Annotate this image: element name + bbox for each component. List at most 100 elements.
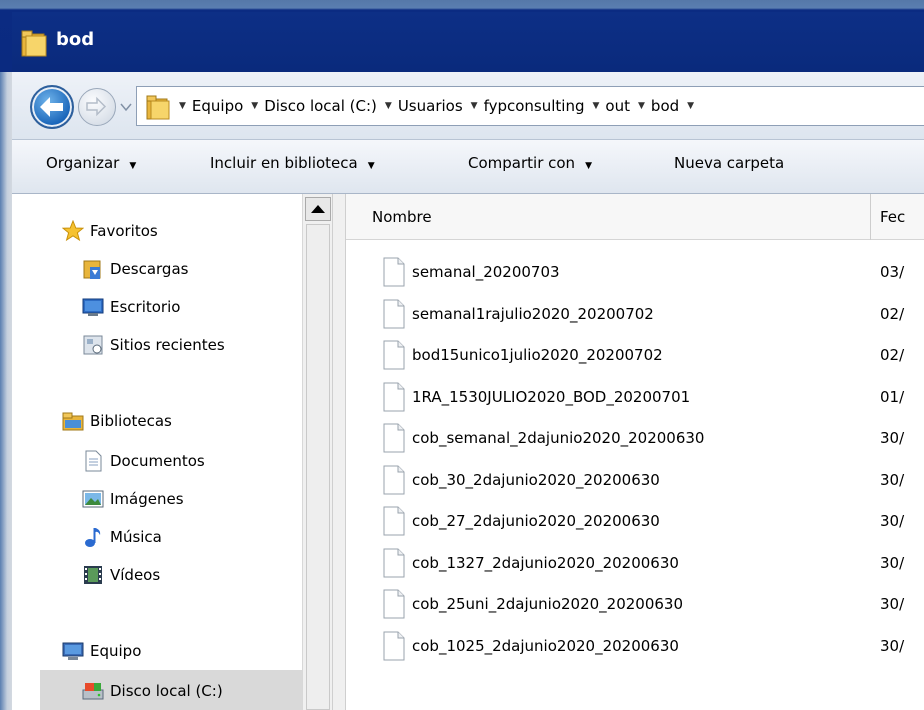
file-name: cob_1327_2dajunio2020_20200630 — [412, 553, 679, 572]
music-note-icon — [85, 528, 101, 547]
chevron-down-icon: ▼ — [251, 101, 259, 111]
file-name: semanal1rajulio2020_20200702 — [412, 304, 654, 323]
scroll-thumb[interactable] — [306, 224, 330, 710]
nav-computer[interactable]: Equipo — [62, 640, 141, 662]
chevron-down-icon: ▼ — [384, 101, 392, 111]
file-date: 02/ — [880, 304, 905, 323]
column-name[interactable]: Nombre — [372, 208, 432, 226]
desktop-icon — [82, 298, 104, 316]
file-name: bod15unico1julio2020_20200702 — [412, 346, 663, 364]
file-row[interactable]: semanal_20200703 03/ — [346, 254, 924, 290]
file-row[interactable]: cob_1327_2dajunio2020_20200630 30/ — [346, 545, 924, 581]
nav-recent-places[interactable]: Sitios recientes — [82, 334, 225, 356]
chevron-down-icon: ▼ — [367, 161, 375, 171]
file-date: 01/ — [880, 387, 905, 406]
downloads-folder-icon — [83, 260, 101, 279]
folder-icon — [21, 30, 47, 57]
file-row[interactable]: cob_semanal_2dajunio2020_20200630 30/ — [346, 420, 924, 456]
navigation-scrollbar[interactable] — [302, 194, 332, 710]
breadcrumb-disco-local[interactable]: ▼ Disco local (C:) — [251, 97, 377, 115]
breadcrumb-out[interactable]: ▼ out — [593, 97, 631, 115]
file-date: 30/ — [880, 470, 905, 489]
file-row[interactable]: 1RA_1530JULIO2020_BOD_20200701 01/ — [346, 379, 924, 415]
breadcrumb: ▼ Equipo ▼ Disco local (C:) ▼ Usuarios ▼ fyp… — [179, 97, 708, 115]
scroll-up-button[interactable] — [305, 197, 331, 221]
address-field[interactable]: ▼ Equipo ▼ Disco local (C:) ▼ Usuarios ▼ fyp… — [136, 86, 924, 126]
window-title: bod — [56, 29, 95, 50]
file-list: Nombre Fec semanal_20200703 03/semanal1ra… — [346, 194, 924, 710]
nav-local-disk[interactable]: Disco local (C:) — [82, 680, 223, 702]
breadcrumb-equipo[interactable]: ▼ Equipo — [179, 97, 243, 115]
text-file-icon — [383, 382, 405, 411]
nav-favorites[interactable]: Favoritos — [62, 220, 158, 242]
file-date: 30/ — [880, 553, 905, 572]
file-date: 30/ — [880, 636, 905, 655]
file-name: cob_27_2dajunio2020_20200630 — [412, 512, 660, 530]
file-date: 30/ — [880, 512, 905, 530]
column-divider[interactable] — [870, 194, 871, 240]
breadcrumb-usuarios[interactable]: ▼ Usuarios — [385, 97, 463, 115]
star-icon — [62, 220, 84, 242]
nav-music[interactable]: Música — [82, 526, 162, 548]
file-date: 30/ — [880, 429, 905, 447]
new-folder-button[interactable]: Nueva carpeta — [674, 154, 784, 172]
chevron-down-icon: ▼ — [592, 101, 600, 111]
include-library-button[interactable]: Incluir en biblioteca ▼ — [210, 154, 375, 172]
chevron-down-icon: ▼ — [585, 161, 592, 171]
nav-downloads[interactable]: Descargas — [82, 258, 188, 280]
chevron-down-icon: ▼ — [638, 101, 645, 111]
forward-button[interactable] — [78, 88, 116, 126]
arrow-up-icon — [311, 205, 325, 213]
file-date: 03/ — [880, 263, 905, 281]
file-name: cob_1025_2dajunio2020_20200630 — [412, 636, 679, 655]
command-bar: Organizar ▼ Incluir en biblioteca ▼ Compar… — [12, 140, 924, 194]
breadcrumb-fypconsulting[interactable]: ▼ fypconsulting — [471, 97, 585, 115]
nav-libraries[interactable]: Bibliotecas — [62, 410, 172, 432]
address-bar-area: ▼ Equipo ▼ Disco local (C:) ▼ Usuarios ▼ fyp… — [12, 72, 924, 140]
title-bar[interactable] — [0, 0, 924, 72]
navigation-pane: Favoritos Descargas Escritorio Sitios re… — [12, 194, 330, 710]
computer-icon — [62, 642, 84, 660]
file-date: 30/ — [880, 595, 905, 613]
nav-videos[interactable]: Vídeos — [82, 564, 160, 586]
film-icon — [84, 566, 102, 584]
text-file-icon — [383, 465, 405, 494]
arrow-left-icon — [40, 97, 63, 117]
text-file-icon — [383, 340, 405, 370]
file-row[interactable]: cob_1025_2dajunio2020_20200630 30/ — [346, 628, 924, 664]
organize-button[interactable]: Organizar ▼ — [46, 154, 136, 172]
file-name: semanal_20200703 — [412, 263, 560, 281]
breadcrumb-bod[interactable]: ▼ bod — [638, 97, 679, 115]
text-file-icon — [383, 506, 405, 536]
breadcrumb-more[interactable]: ▼ — [687, 97, 700, 115]
chevron-down-icon: ▼ — [129, 161, 137, 171]
file-row[interactable]: cob_25uni_2dajunio2020_20200630 30/ — [346, 586, 924, 622]
nav-images[interactable]: Imágenes — [82, 488, 184, 510]
libraries-icon — [62, 412, 84, 431]
file-row[interactable]: semanal1rajulio2020_20200702 02/ — [346, 296, 924, 332]
nav-desktop[interactable]: Escritorio — [82, 296, 180, 318]
text-file-icon — [383, 589, 405, 619]
chevron-down-icon: ▼ — [470, 101, 478, 111]
document-icon — [85, 450, 102, 472]
pane-splitter[interactable] — [332, 194, 346, 710]
share-with-button[interactable]: Compartir con ▼ — [468, 154, 592, 172]
text-file-icon — [383, 631, 405, 660]
recent-pages-dropdown[interactable] — [120, 102, 132, 112]
file-row[interactable]: cob_27_2dajunio2020_20200630 30/ — [346, 503, 924, 539]
text-file-icon — [383, 548, 405, 577]
arrow-right-icon — [86, 96, 107, 117]
file-row[interactable]: bod15unico1julio2020_20200702 02/ — [346, 337, 924, 373]
folder-icon — [146, 95, 170, 120]
hard-drive-icon — [82, 683, 104, 700]
image-icon — [82, 490, 104, 508]
column-date[interactable]: Fec — [880, 208, 905, 226]
nav-documents[interactable]: Documentos — [82, 450, 205, 472]
chevron-down-icon: ▼ — [687, 101, 695, 111]
file-name: cob_semanal_2dajunio2020_20200630 — [412, 429, 705, 447]
window-frame — [0, 72, 12, 710]
file-row[interactable]: cob_30_2dajunio2020_20200630 30/ — [346, 462, 924, 498]
text-file-icon — [383, 423, 405, 453]
back-button[interactable] — [30, 85, 74, 129]
column-header: Nombre Fec — [346, 194, 924, 240]
